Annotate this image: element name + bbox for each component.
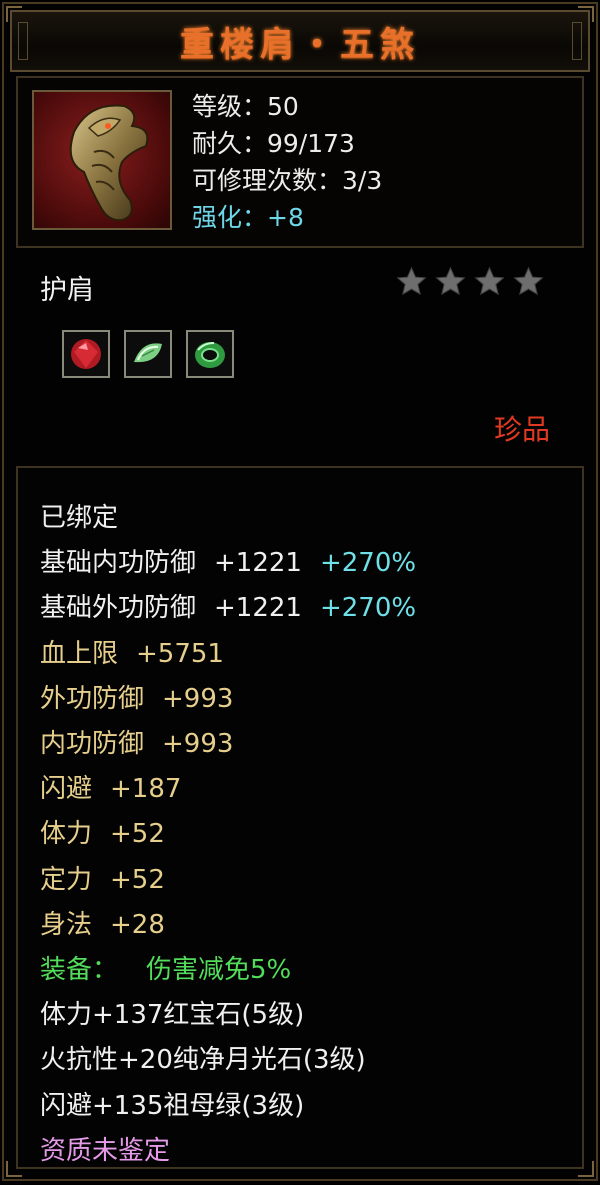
stats-list: 已绑定 基础内功防御 +1221 +270% 基础外功防御 +1221 +270% 血上… (40, 496, 416, 1174)
star-icon (513, 266, 544, 296)
stat-base-inner-defense: 基础内功防御 +1221 +270% (40, 541, 416, 586)
item-repair-count: 可修理次数：3/3 (192, 166, 383, 195)
stat-label: 基础内功防御 (40, 548, 197, 579)
stat-label: 血上限 (40, 638, 119, 669)
item-info: 等级：50 耐久：99/173 可修理次数：3/3 强化：+8 (192, 88, 382, 236)
stat-agility: 身法 +28 (40, 903, 416, 948)
emerald-gem-icon (195, 342, 225, 368)
stat-base-outer-defense: 基础外功防御 +1221 +270% (40, 586, 416, 631)
stat-label: 外功防御 (40, 683, 145, 714)
quality-status: 资质未鉴定 (40, 1135, 171, 1166)
gem-slot[interactable] (124, 330, 172, 378)
star-icon (396, 266, 427, 296)
gem-slot[interactable] (62, 330, 110, 378)
stat-value: +187 (110, 774, 182, 805)
dragon-shoulder-armor-icon (32, 90, 172, 230)
item-header: 等级：50 耐久：99/173 可修理次数：3/3 强化：+8 (16, 76, 584, 248)
item-durability: 耐久：99/173 (192, 129, 355, 158)
stats-panel: 已绑定 基础内功防御 +1221 +270% 基础外功防御 +1221 +270% 血上… (16, 466, 584, 1169)
gem-slot[interactable] (186, 330, 234, 378)
equip-label: 装备： (40, 955, 119, 986)
gem-effect-1: 体力+137红宝石(5级) (40, 1000, 305, 1031)
item-name: 重楼肩・五煞 (180, 24, 420, 65)
stat-bonus: +270% (319, 548, 417, 579)
item-tooltip: 重楼肩・五煞 等级：50 耐久：99/173 可修理次数：3/3 强化：+8 护… (2, 2, 598, 1181)
item-level: 等级：50 (192, 92, 299, 121)
stat-label: 内功防御 (40, 729, 145, 760)
star-icon (474, 266, 505, 296)
stat-label: 闪避 (40, 774, 93, 805)
equip-effect-value: 伤害减免5% (146, 955, 292, 986)
title-ornament (18, 22, 28, 60)
stat-value: +52 (110, 864, 165, 895)
stat-value: +5751 (136, 638, 224, 669)
stat-outer-defense: 外功防御 +993 (40, 677, 416, 722)
bound-status: 已绑定 (40, 503, 119, 533)
star-rating (396, 266, 544, 297)
stat-value: +1221 (214, 548, 302, 579)
title-ornament (572, 22, 582, 60)
stat-hp: 血上限 +5751 (40, 632, 416, 677)
stat-label: 体力 (40, 819, 93, 850)
stat-value: +28 (110, 909, 165, 940)
item-type: 护肩 (40, 275, 94, 306)
stat-value: +52 (110, 819, 165, 850)
rarity-label: 珍品 (493, 413, 550, 446)
stat-value: +993 (162, 683, 234, 714)
stat-inner-defense: 内功防御 +993 (40, 722, 416, 767)
stat-label: 身法 (40, 909, 93, 940)
ruby-gem-icon (71, 339, 101, 369)
stat-bonus: +270% (319, 593, 417, 624)
star-icon (435, 266, 466, 296)
gem-slots (62, 330, 234, 378)
equip-effect: 装备： 伤害减免5% (40, 948, 416, 993)
moonstone-gem-icon (134, 343, 162, 363)
gem-effect-2: 火抗性+20纯净月光石(3级) (40, 1045, 366, 1076)
gem-effect-3: 闪避+135祖母绿(3级) (40, 1090, 305, 1121)
stat-dodge: 闪避 +187 (40, 767, 416, 812)
stat-stamina: 体力 +52 (40, 812, 416, 857)
title-bar: 重楼肩・五煞 (10, 10, 590, 72)
stat-focus: 定力 +52 (40, 858, 416, 903)
stat-label: 基础外功防御 (40, 593, 197, 624)
stat-label: 定力 (40, 864, 93, 895)
stat-value: +993 (162, 729, 234, 760)
item-enhance: 强化：+8 (192, 203, 304, 232)
stat-value: +1221 (214, 593, 302, 624)
